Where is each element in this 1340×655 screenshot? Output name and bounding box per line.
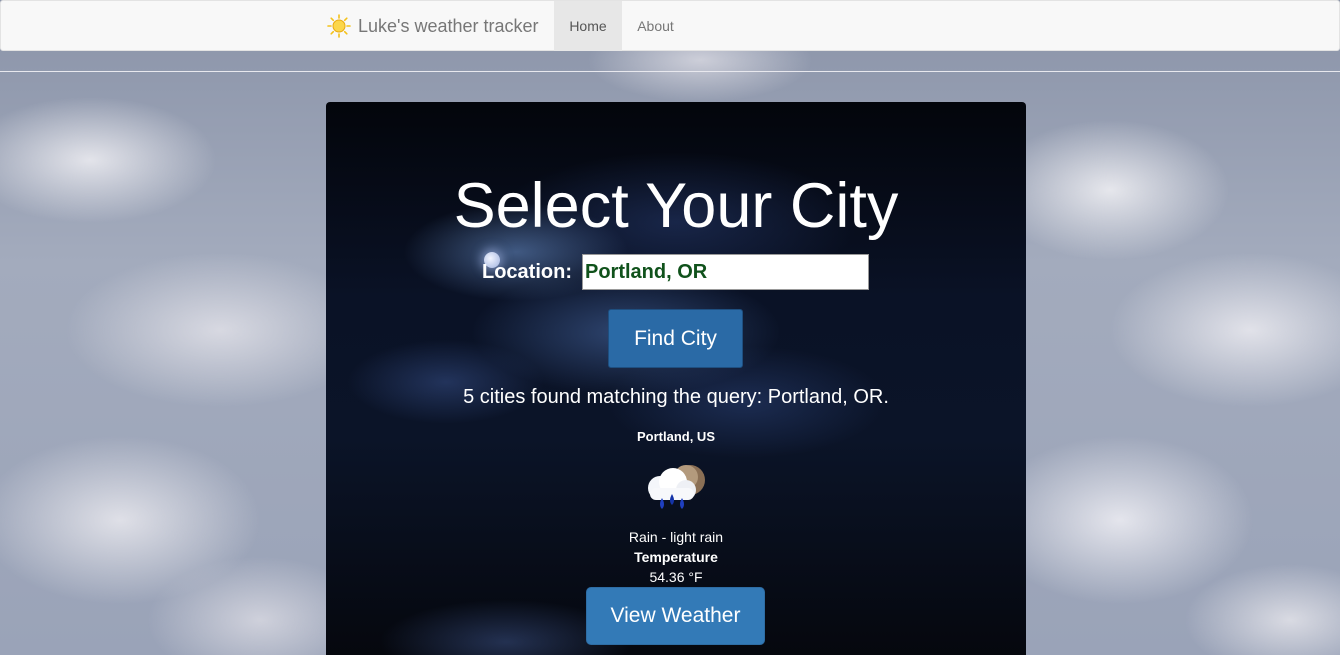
location-input[interactable] <box>582 254 869 290</box>
navbar: Luke's weather tracker Home About <box>0 0 1340 51</box>
rain-cloud-night-icon <box>648 465 705 509</box>
city-name: Portland, US <box>636 429 715 444</box>
brand-link[interactable]: Luke's weather tracker <box>327 1 539 51</box>
divider <box>0 71 1340 72</box>
sun-icon <box>327 14 351 38</box>
location-label: Location: <box>482 261 572 283</box>
result-message: 5 cities found matching the query: Portl… <box>463 386 889 408</box>
find-city-button[interactable]: Find City <box>608 309 743 368</box>
weather-description: Rain - light rain <box>628 529 724 545</box>
nav-about[interactable]: About <box>622 1 689 51</box>
page-title: Select Your City <box>453 171 899 241</box>
temperature-value: 54.36 °F <box>649 569 703 585</box>
city-search-panel: Select Your City Location: Find City 5 c… <box>326 102 1026 655</box>
brand-title: Luke's weather tracker <box>358 15 539 36</box>
nav-home[interactable]: Home <box>554 1 622 51</box>
view-weather-button[interactable]: View Weather <box>586 587 765 645</box>
temperature-label: Temperature <box>634 549 718 565</box>
